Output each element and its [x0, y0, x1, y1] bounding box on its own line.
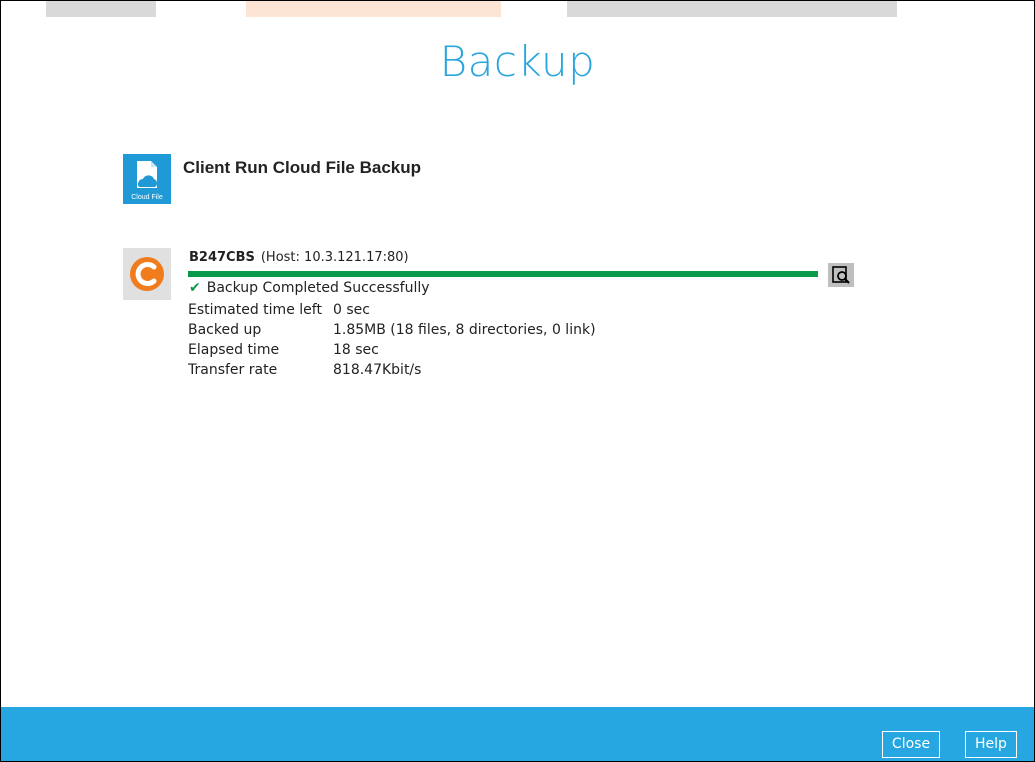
- help-button[interactable]: Help: [965, 731, 1017, 758]
- stat-row: Estimated time left 0 sec: [188, 300, 596, 320]
- tab-segment: [46, 1, 156, 17]
- status-text: Backup Completed Successfully: [206, 280, 430, 296]
- stat-row: Elapsed time 18 sec: [188, 340, 596, 360]
- stat-row: Transfer rate 818.47Kbit/s: [188, 360, 596, 380]
- close-button[interactable]: Close: [882, 731, 940, 758]
- cbs-logo-icon: [123, 248, 171, 300]
- backup-status: ✔ Backup Completed Successfully: [189, 280, 430, 296]
- stat-value: 1.85MB (18 files, 8 directories, 0 link): [333, 322, 596, 338]
- stat-value: 18 sec: [333, 342, 379, 358]
- stat-label: Elapsed time: [188, 342, 280, 358]
- backup-window: Backup Cloud File Client Run Cloud File …: [0, 0, 1035, 762]
- tab-segment: [246, 1, 501, 17]
- magnifier-icon: [832, 266, 850, 284]
- cloud-file-caption: Cloud File: [131, 194, 163, 201]
- stat-value: 0 sec: [333, 302, 370, 318]
- view-detail-button[interactable]: [828, 263, 854, 287]
- stat-label: Estimated time left: [188, 302, 322, 318]
- stat-value: 818.47Kbit/s: [333, 362, 422, 378]
- backup-progress-bar: [188, 271, 818, 277]
- destination-host: (Host: 10.3.121.17:80): [260, 250, 409, 265]
- cloud-file-icon: Cloud File: [123, 154, 171, 204]
- page-title: Backup: [439, 37, 596, 86]
- tab-segment: [567, 1, 897, 17]
- stat-label: Transfer rate: [188, 362, 278, 378]
- backup-set-name: Client Run Cloud File Backup: [183, 158, 422, 177]
- top-tab-strip: [1, 1, 1034, 17]
- stat-row: Backed up 1.85MB (18 files, 8 directories…: [188, 320, 596, 340]
- destination-header: B247CBS (Host: 10.3.121.17:80): [189, 250, 409, 265]
- stat-label: Backed up: [188, 322, 262, 338]
- checkmark-icon: ✔: [189, 280, 201, 296]
- progress-fill: [188, 271, 818, 277]
- destination-name: B247CBS: [189, 250, 255, 265]
- footer-bar: Close Help: [1, 707, 1034, 761]
- backup-stats: Estimated time left 0 sec Backed up 1.85MB…: [188, 300, 596, 380]
